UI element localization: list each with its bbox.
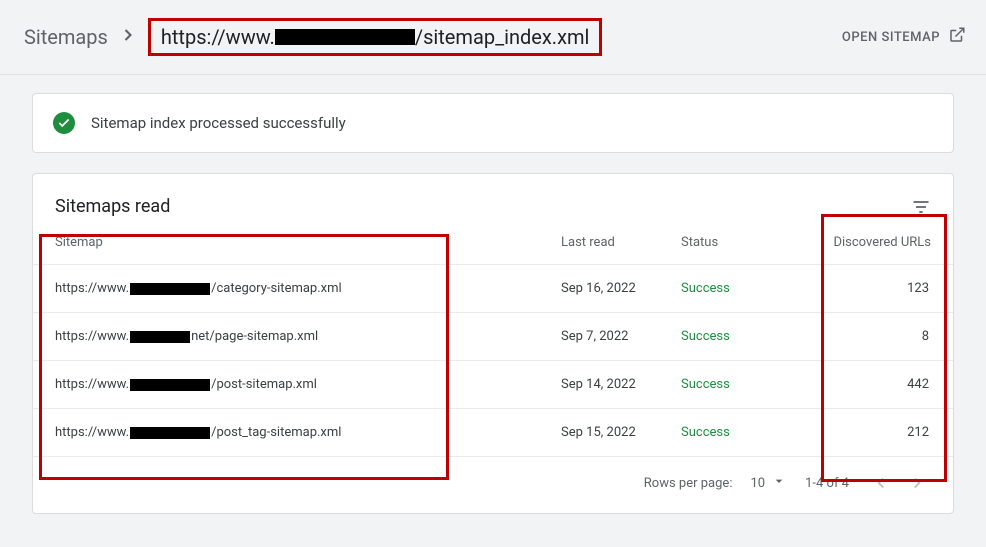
table-pagination-footer: Rows per page: 10 1-4 of 4 — [33, 457, 953, 503]
redacted-domain — [130, 331, 190, 343]
sitemaps-read-card: Sitemaps read Sitemap Last read Status D… — [32, 173, 954, 514]
open-sitemap-button[interactable]: OPEN SITEMAP — [842, 26, 966, 48]
status-banner: Sitemap index processed successfully — [32, 93, 954, 153]
url-prefix: https://www. — [161, 25, 275, 49]
cell-discovered-urls: 8 — [791, 329, 931, 344]
rows-per-page-select[interactable]: 10 — [750, 473, 787, 493]
cell-status: Success — [681, 425, 791, 440]
table-row[interactable]: https://www. /post-sitemap.xml Sep 14, 2… — [33, 361, 953, 409]
cell-last-read: Sep 7, 2022 — [561, 329, 681, 344]
col-header-last-read[interactable]: Last read — [561, 235, 681, 250]
redacted-domain — [130, 379, 210, 391]
prev-page-button[interactable] — [867, 469, 895, 497]
page-header: Sitemaps https://www. /sitemap_index.xml… — [0, 0, 986, 75]
col-header-discovered-urls[interactable]: Discovered URLs — [791, 235, 931, 250]
cell-status: Success — [681, 377, 791, 392]
table-row[interactable]: https://www. /category-sitemap.xml Sep 1… — [33, 265, 953, 313]
cell-sitemap: https://www. /post-sitemap.xml — [55, 377, 561, 392]
cell-sitemap: https://www. /post_tag-sitemap.xml — [55, 425, 561, 440]
cell-status: Success — [681, 329, 791, 344]
content-area: Sitemap index processed successfully Sit… — [0, 75, 986, 532]
cell-status: Success — [681, 281, 791, 296]
pagination-nav — [867, 469, 931, 497]
column-header-row: Sitemap Last read Status Discovered URLs — [33, 235, 953, 265]
cell-discovered-urls: 212 — [791, 425, 931, 440]
table-title: Sitemaps read — [55, 196, 170, 217]
table-row[interactable]: https://www. /post_tag-sitemap.xml Sep 1… — [33, 409, 953, 457]
status-message: Sitemap index processed successfully — [91, 114, 346, 132]
cell-discovered-urls: 123 — [791, 281, 931, 296]
col-header-status[interactable]: Status — [681, 235, 791, 250]
dropdown-arrow-icon — [771, 473, 787, 493]
redacted-domain — [130, 283, 210, 295]
next-page-button[interactable] — [903, 469, 931, 497]
success-check-icon — [53, 112, 75, 134]
redacted-domain — [130, 427, 210, 439]
pagination-range: 1-4 of 4 — [805, 476, 849, 491]
cell-last-read: Sep 16, 2022 — [561, 281, 681, 296]
breadcrumb-root[interactable]: Sitemaps — [24, 25, 108, 49]
cell-last-read: Sep 14, 2022 — [561, 377, 681, 392]
url-suffix: /sitemap_index.xml — [415, 25, 590, 49]
chevron-right-icon — [118, 25, 138, 50]
cell-sitemap: https://www. net /page-sitemap.xml — [55, 329, 561, 344]
filter-icon[interactable] — [911, 197, 931, 217]
table-header-bar: Sitemaps read — [33, 196, 953, 235]
open-external-icon — [948, 26, 966, 48]
open-sitemap-label: OPEN SITEMAP — [842, 30, 940, 45]
cell-sitemap: https://www. /category-sitemap.xml — [55, 281, 561, 296]
cell-last-read: Sep 15, 2022 — [561, 425, 681, 440]
col-header-sitemap[interactable]: Sitemap — [55, 235, 561, 250]
rows-per-page-label: Rows per page: — [644, 476, 733, 491]
redacted-domain — [275, 29, 415, 45]
breadcrumb: Sitemaps https://www. /sitemap_index.xml — [24, 18, 602, 56]
rows-per-page-value: 10 — [750, 476, 765, 491]
breadcrumb-current-url: https://www. /sitemap_index.xml — [148, 18, 603, 56]
cell-discovered-urls: 442 — [791, 377, 931, 392]
table-row[interactable]: https://www. net /page-sitemap.xml Sep 7… — [33, 313, 953, 361]
